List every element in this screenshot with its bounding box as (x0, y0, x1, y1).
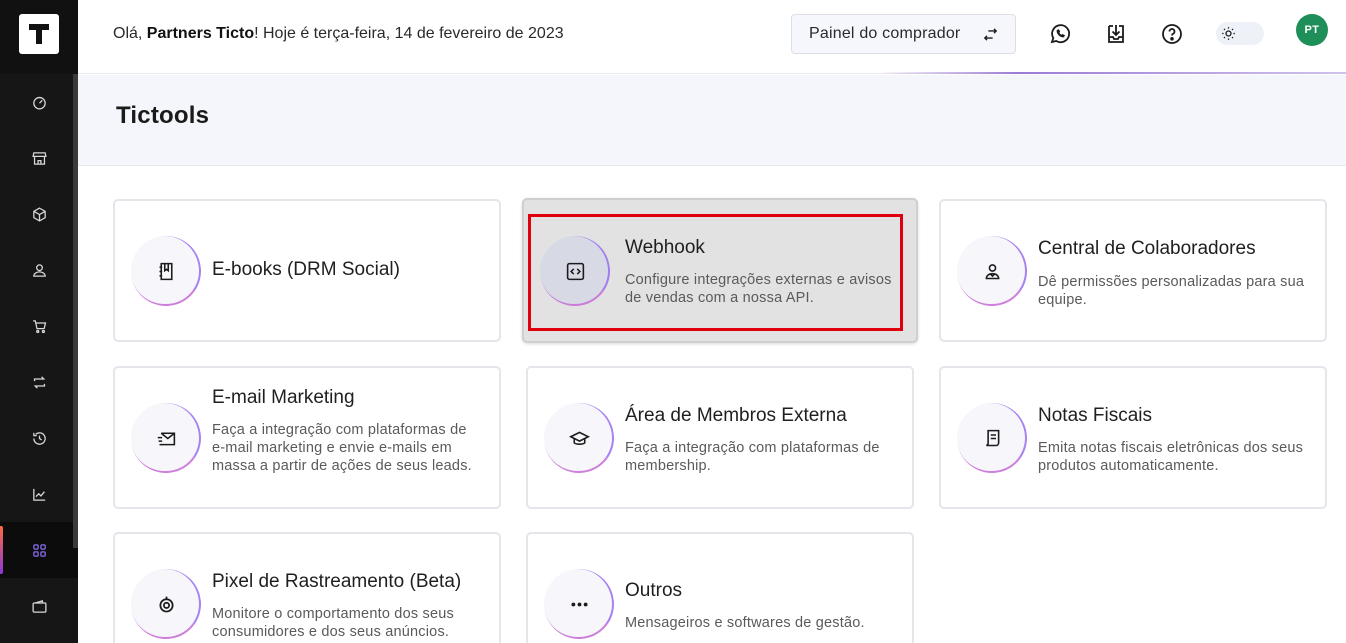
history-icon[interactable] (0, 410, 78, 466)
team-icon (957, 236, 1027, 306)
avatar[interactable]: PT (1296, 14, 1328, 46)
card-title: Notas Fiscais (1038, 405, 1153, 426)
ebook-icon (131, 236, 201, 306)
card-area-membros[interactable]: Área de Membros Externa Faça a integraçã… (526, 366, 914, 509)
card-description: Faça a integração com plataformas de e-m… (212, 422, 472, 474)
card-ebooks[interactable]: E-books (DRM Social) (113, 199, 501, 342)
card-notas-fiscais[interactable]: Notas Fiscais Emita notas fiscais eletrô… (939, 366, 1327, 509)
header-accent-line (876, 72, 1346, 74)
card-title: Outros (625, 580, 683, 601)
card-description: Mensageiros e softwares de gestão. (625, 615, 865, 631)
users-icon[interactable] (0, 242, 78, 298)
card-title: Pixel de Rastreamento (Beta) (212, 571, 462, 592)
download-icon[interactable] (1104, 22, 1128, 46)
graduation-cap-icon (544, 403, 614, 473)
wallet-icon[interactable] (0, 578, 78, 634)
card-description: Faça a integração com plataformas de mem… (625, 440, 880, 474)
box-icon[interactable] (0, 186, 78, 242)
chart-icon[interactable] (0, 466, 78, 522)
greeting-text: Olá, Partners Ticto! Hoje é terça-feira,… (113, 25, 564, 42)
mail-send-icon (131, 403, 201, 473)
card-email-marketing[interactable]: E-mail Marketing Faça a integração com p… (113, 366, 501, 509)
card-description: Dê permissões personalizadas para sua eq… (1038, 274, 1305, 308)
logo-area (0, 0, 78, 74)
card-webhook[interactable]: Webhook Configure integrações externas e… (522, 198, 918, 343)
card-title: Central de Colaboradores (1038, 238, 1256, 259)
code-icon (540, 236, 610, 306)
help-icon[interactable] (1160, 22, 1184, 46)
swap-icon (983, 28, 998, 41)
card-outros[interactable]: Outros Mensageiros e softwares de gestão… (526, 532, 914, 643)
card-description: Emita notas fiscais eletrônicas dos seus… (1038, 440, 1304, 474)
theme-toggle[interactable] (1216, 22, 1264, 45)
tracking-icon (131, 569, 201, 639)
repeat-icon[interactable] (0, 354, 78, 410)
sidebar (0, 0, 78, 643)
card-title: E-books (DRM Social) (212, 259, 400, 280)
page-title: Tictools (116, 102, 210, 129)
greeting-name: Partners Ticto (146, 25, 255, 42)
card-description: Configure integrações externas e avisos … (625, 272, 892, 306)
invoice-icon (957, 403, 1027, 473)
top-header: Olá, Partners Ticto! Hoje é terça-feira,… (78, 0, 1346, 74)
card-pixel-rastreamento[interactable]: Pixel de Rastreamento (Beta) Monitore o … (113, 532, 501, 643)
card-description: Monitore o comportamento dos seus consum… (212, 606, 454, 640)
buyer-panel-label: Painel do comprador (809, 25, 961, 42)
card-title: E-mail Marketing (212, 387, 355, 408)
more-icon (544, 569, 614, 639)
card-title: Área de Membros Externa (625, 405, 847, 426)
store-icon[interactable] (0, 130, 78, 186)
cart-icon[interactable] (0, 298, 78, 354)
sun-icon (1222, 27, 1235, 40)
page-title-band: Tictools (78, 75, 1346, 166)
apps-icon[interactable] (0, 522, 78, 578)
whatsapp-icon[interactable] (1048, 22, 1072, 46)
card-title: Webhook (625, 237, 705, 258)
card-central-colaboradores[interactable]: Central de Colaboradores Dê permissões p… (939, 199, 1327, 342)
dashboard-icon[interactable] (0, 74, 78, 130)
logo[interactable] (19, 14, 59, 54)
buyer-panel-button[interactable]: Painel do comprador (791, 14, 1016, 54)
